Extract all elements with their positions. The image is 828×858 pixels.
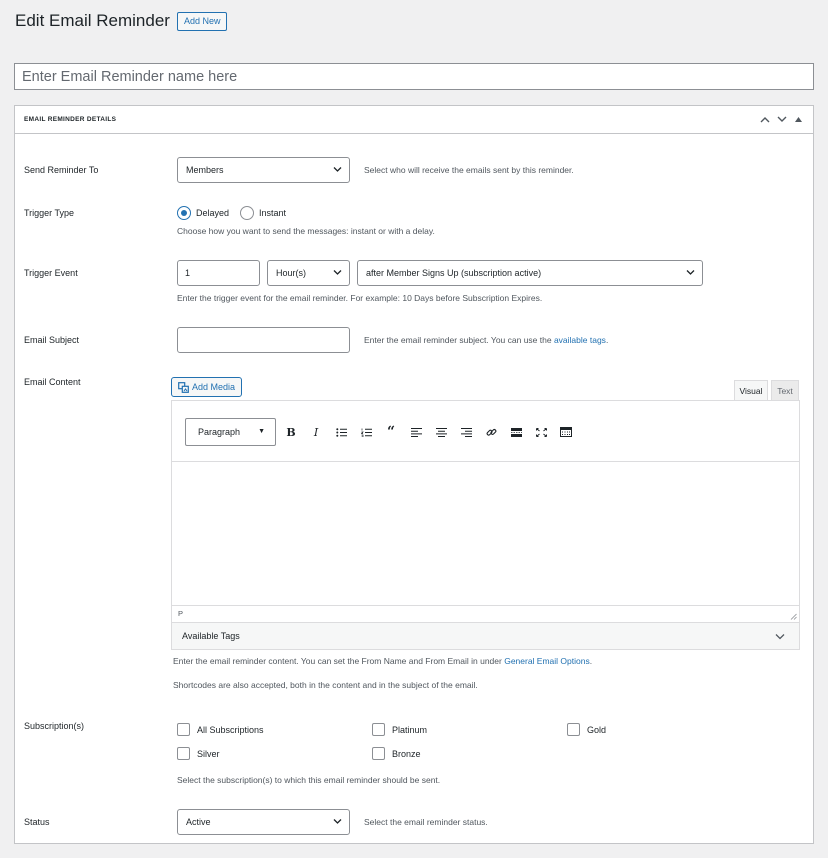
trigger-event-description: Enter the trigger event for the email re… — [177, 293, 543, 303]
radio-instant-label: Instant — [259, 208, 287, 218]
page-header: Edit Email Reminder Add New — [15, 11, 228, 31]
align-center-icon[interactable] — [433, 424, 449, 440]
send-to-description: Select who will receive the emails sent … — [364, 165, 574, 175]
email-reminder-details-metabox: EMAIL REMINDER DETAILS Send Reminder To … — [14, 105, 814, 844]
email-subject-description-text: Enter the email reminder subject. You ca… — [364, 335, 554, 345]
editor-toolbar: Paragraph ▼ B I “ — [172, 401, 799, 462]
checkbox-bronze-label: Bronze — [392, 748, 421, 759]
trigger-amount-value: 1 — [185, 268, 191, 278]
checkbox-bronze[interactable]: Bronze — [372, 747, 421, 760]
send-to-value: Members — [186, 165, 224, 175]
align-right-icon[interactable] — [458, 424, 474, 440]
trigger-event-select[interactable]: after Member Signs Up (subscription acti… — [357, 260, 703, 286]
numbered-list-icon[interactable] — [358, 424, 374, 440]
radio-delayed[interactable]: Delayed — [177, 206, 229, 220]
chevron-down-icon — [333, 167, 342, 172]
subscriptions-label: Subscription(s) — [24, 721, 85, 731]
trigger-unit-select[interactable]: Hour(s) — [267, 260, 350, 286]
status-description: Select the email reminder status. — [364, 817, 488, 827]
chevron-down-icon — [333, 819, 342, 824]
format-value: Paragraph — [198, 427, 241, 437]
status-label: Status — [24, 817, 50, 827]
available-tags-link[interactable]: available tags — [554, 335, 606, 345]
bold-icon[interactable]: B — [283, 424, 299, 440]
checkbox-gold-box[interactable] — [567, 723, 580, 736]
checkbox-all-subscriptions[interactable]: All Subscriptions — [177, 723, 264, 736]
shortcodes-note: Shortcodes are also accepted, both in th… — [173, 680, 478, 690]
email-subject-label: Email Subject — [24, 335, 80, 345]
trigger-unit-value: Hour(s) — [276, 268, 307, 278]
bullet-list-icon[interactable] — [333, 424, 349, 440]
media-icon — [178, 381, 189, 393]
trigger-amount-input[interactable]: 1 — [177, 260, 260, 286]
editor-content-area[interactable] — [172, 462, 799, 605]
italic-icon[interactable]: I — [308, 424, 324, 440]
trigger-type-label: Trigger Type — [24, 208, 75, 218]
page-title: Edit Email Reminder — [15, 11, 170, 30]
add-media-label: Add Media — [192, 382, 236, 392]
tab-visual[interactable]: Visual — [734, 380, 768, 400]
metabox-header: EMAIL REMINDER DETAILS — [15, 106, 813, 134]
radio-delayed-circle[interactable] — [177, 206, 191, 220]
chevron-down-icon[interactable] — [776, 114, 787, 125]
read-more-icon[interactable] — [508, 424, 524, 440]
available-tags-label: Available Tags — [182, 631, 240, 641]
checkbox-silver-box[interactable] — [177, 747, 190, 760]
tab-text[interactable]: Text — [771, 380, 799, 400]
checkbox-platinum-box[interactable] — [372, 723, 385, 736]
chevron-up-icon[interactable] — [759, 114, 770, 125]
chevron-down-icon — [333, 270, 342, 275]
chevron-down-icon — [686, 270, 695, 275]
reminder-name-input[interactable] — [14, 63, 814, 90]
send-to-label: Send Reminder To — [24, 165, 99, 175]
add-media-button[interactable]: Add Media — [171, 377, 243, 397]
checkbox-gold[interactable]: Gold — [567, 723, 606, 736]
email-subject-input[interactable] — [177, 327, 350, 353]
checkbox-silver-label: Silver — [197, 748, 220, 759]
rich-text-editor: Paragraph ▼ B I “ P — [171, 400, 800, 623]
status-value: Active — [186, 817, 211, 827]
email-content-description-end: . — [589, 656, 593, 666]
send-to-select[interactable]: Members — [177, 157, 350, 183]
email-content-description: Enter the email reminder content. You ca… — [173, 656, 592, 666]
radio-delayed-label: Delayed — [196, 208, 230, 218]
caret-down-icon: ▼ — [258, 428, 265, 435]
subscriptions-description: Select the subscription(s) to which this… — [177, 775, 441, 785]
blockquote-icon[interactable]: “ — [383, 424, 399, 440]
checkbox-all-subscriptions-label: All Subscriptions — [197, 724, 264, 735]
email-subject-description-end: . — [605, 335, 609, 345]
metabox-controls — [759, 114, 804, 125]
element-path: P — [178, 609, 184, 618]
email-content-description-text: Enter the email reminder content. You ca… — [173, 656, 505, 666]
checkbox-bronze-box[interactable] — [372, 747, 385, 760]
triangle-up-icon[interactable] — [793, 114, 804, 125]
align-left-icon[interactable] — [408, 424, 424, 440]
trigger-event-label: Trigger Event — [24, 268, 78, 278]
general-email-options-link[interactable]: General Email Options — [504, 656, 590, 666]
chevron-down-icon — [775, 634, 785, 640]
fullscreen-icon[interactable] — [533, 424, 549, 440]
radio-instant-circle[interactable] — [240, 206, 254, 220]
resize-handle-icon[interactable] — [790, 613, 797, 620]
trigger-type-description: Choose how you want to send the messages… — [177, 226, 435, 236]
email-subject-description: Enter the email reminder subject. You ca… — [364, 335, 608, 345]
trigger-event-value: after Member Signs Up (subscription acti… — [366, 268, 542, 278]
link-icon[interactable] — [483, 424, 499, 440]
checkbox-platinum[interactable]: Platinum — [372, 723, 427, 736]
radio-instant[interactable]: Instant — [240, 206, 286, 220]
checkbox-gold-label: Gold — [587, 724, 607, 735]
checkbox-all-subscriptions-box[interactable] — [177, 723, 190, 736]
toolbar-toggle-icon[interactable] — [558, 424, 574, 440]
format-select[interactable]: Paragraph ▼ — [185, 418, 276, 446]
status-select[interactable]: Active — [177, 809, 350, 835]
editor-statusbar: P — [172, 605, 799, 622]
email-content-label: Email Content — [24, 377, 81, 387]
checkbox-platinum-label: Platinum — [392, 724, 428, 735]
add-new-button[interactable]: Add New — [176, 11, 228, 31]
metabox-title: EMAIL REMINDER DETAILS — [24, 116, 117, 123]
checkbox-silver[interactable]: Silver — [177, 747, 220, 760]
available-tags-toggle[interactable]: Available Tags — [171, 622, 800, 650]
